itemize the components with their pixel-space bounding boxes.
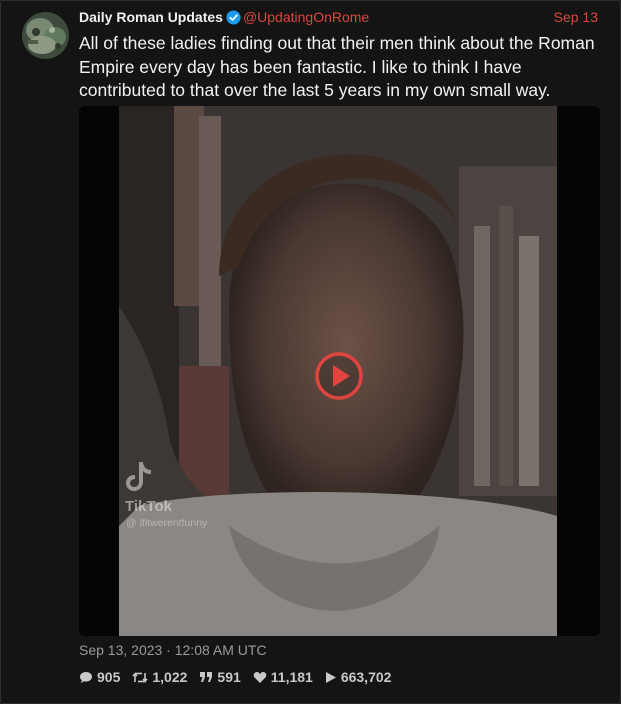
quote-count: 591 — [217, 669, 241, 685]
tiktok-watermark-text: TikTok — [125, 498, 172, 515]
play-views-icon — [325, 671, 336, 683]
quote-stat[interactable]: 591 — [199, 669, 241, 685]
video-player[interactable] — [79, 106, 600, 636]
view-count: 663,702 — [340, 669, 392, 685]
avatar[interactable] — [22, 12, 69, 59]
tweet-stats: 905 1,022 591 11,181 663,702 — [79, 668, 403, 686]
tweet-date[interactable]: Sep 13 — [554, 9, 598, 25]
play-button-icon[interactable] — [314, 351, 364, 401]
tiktok-logo-icon — [125, 459, 153, 498]
tweet-timestamp[interactable]: Sep 13, 2023 · 12:08 AM UTC — [79, 642, 267, 658]
tweet-header: Daily Roman Updates @UpdatingOnRome Sep 1… — [79, 9, 598, 29]
retweet-count: 1,022 — [152, 669, 188, 685]
tiktok-username: @ ifitwerentfunny — [126, 517, 208, 529]
author-name[interactable]: Daily Roman Updates — [79, 9, 223, 25]
author-handle[interactable]: @UpdatingOnRome — [243, 9, 369, 25]
like-stat[interactable]: 11,181 — [253, 669, 313, 685]
tweet-card: Daily Roman Updates @UpdatingOnRome Sep 1… — [0, 0, 621, 704]
reply-stat[interactable]: 905 — [79, 669, 120, 685]
retweet-icon — [132, 671, 148, 683]
quote-icon — [200, 672, 213, 682]
verified-badge-icon — [226, 10, 241, 28]
reply-icon — [80, 671, 92, 683]
view-stat[interactable]: 663,702 — [325, 669, 392, 685]
tweet-text: All of these ladies finding out that the… — [79, 33, 595, 100]
reply-count: 905 — [97, 669, 121, 685]
retweet-stat[interactable]: 1,022 — [132, 669, 187, 685]
heart-icon — [253, 671, 267, 683]
like-count: 11,181 — [270, 669, 313, 685]
